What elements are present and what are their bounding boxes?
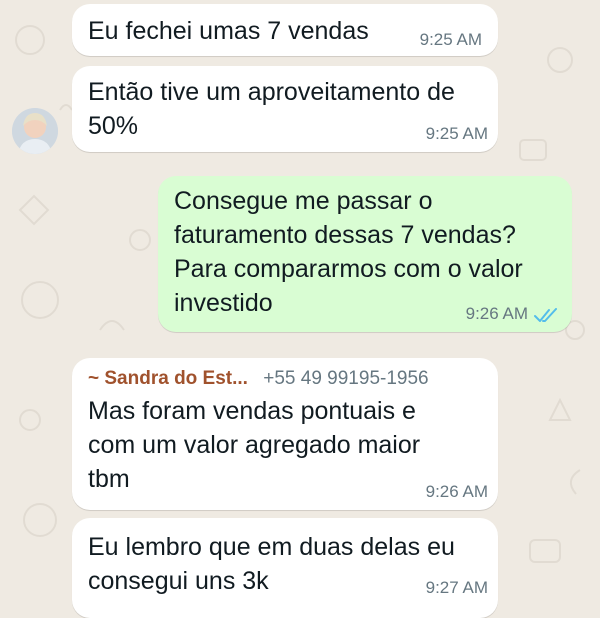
sender-phone[interactable]: +55 49 99195-1956 [263, 368, 428, 389]
message-text: Consegue me passar o faturamento dessas … [174, 187, 523, 317]
message-time: 9:27 AM [425, 578, 488, 597]
message-time: 9:25 AM [419, 30, 482, 49]
incoming-message[interactable]: Então tive um aproveitamento de 50% 9:25… [72, 66, 498, 152]
incoming-message[interactable]: Eu lembro que em duas delas eu consegui … [72, 518, 498, 618]
double-check-read-icon [534, 308, 557, 322]
message-text: Então tive um aproveitamento de 50% [88, 78, 455, 140]
avatar-photo [12, 108, 58, 154]
incoming-message[interactable]: ~ Sandra do Est... +55 49 99195-1956 Mas… [72, 358, 498, 510]
message-text: Eu lembro que em duas delas eu consegui … [88, 533, 455, 595]
incoming-message[interactable]: Eu fechei umas 7 vendas 9:25 AM [72, 4, 498, 56]
message-time: 9:26 AM [465, 304, 528, 323]
message-time: 9:26 AM [425, 482, 488, 501]
outgoing-message[interactable]: Consegue me passar o faturamento dessas … [158, 176, 572, 332]
sender-avatar[interactable] [12, 108, 58, 154]
message-text: Eu fechei umas 7 vendas [88, 17, 369, 45]
sender-name[interactable]: ~ Sandra do Est... [88, 368, 248, 389]
message-time: 9:25 AM [425, 124, 488, 143]
message-text: Mas foram vendas pontuais e com um valor… [88, 397, 421, 493]
